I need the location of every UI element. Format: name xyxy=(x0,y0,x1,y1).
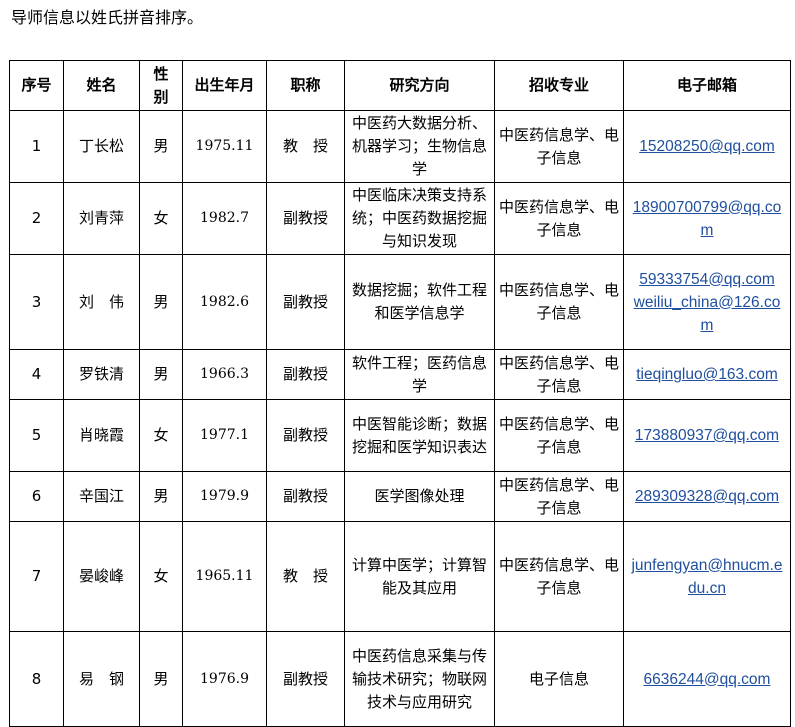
cell-major: 中医药信息学、电子信息 xyxy=(494,471,624,522)
table-row: 3 刘 伟 男 1982.6 副教授 数据挖掘；软件工程和医学信息学 中医药信息… xyxy=(9,254,791,350)
cell-title: 教 授 xyxy=(266,521,345,632)
email-link[interactable]: 15208250@qq.com xyxy=(639,138,775,155)
cell-major: 中医药信息学、电子信息 xyxy=(494,254,624,350)
email-link[interactable]: 289309328@qq.com xyxy=(635,488,779,505)
header-row: 序号 姓名 性别 出生年月 职称 研究方向 招收专业 电子邮箱 xyxy=(9,60,791,111)
cell-gender: 女 xyxy=(139,521,183,632)
cell-name: 辛国江 xyxy=(63,471,140,522)
cell-name: 晏峻峰 xyxy=(63,521,140,632)
cell-no: 5 xyxy=(9,399,64,472)
cell-title: 副教授 xyxy=(266,631,345,727)
cell-gender: 男 xyxy=(139,631,183,727)
cell-title: 副教授 xyxy=(266,254,345,350)
cell-research: 中医智能诊断；数据挖掘和医学知识表达 xyxy=(344,399,495,472)
cell-gender: 男 xyxy=(139,471,183,522)
header-name: 姓名 xyxy=(63,60,140,111)
cell-birth: 1982.7 xyxy=(182,182,267,255)
cell-research: 中医药信息采集与传输技术研究；物联网技术与应用研究 xyxy=(344,631,495,727)
table-row: 6 辛国江 男 1979.9 副教授 医学图像处理 中医药信息学、电子信息 28… xyxy=(9,471,791,522)
email-link[interactable]: junfengyan@hnucm.edu.cn xyxy=(631,557,782,597)
email-link[interactable]: 59333754@qq.com xyxy=(628,268,786,291)
email-link[interactable]: 18900700799@qq.com xyxy=(633,199,781,239)
cell-title: 副教授 xyxy=(266,182,345,255)
cell-name: 刘 伟 xyxy=(63,254,140,350)
cell-no: 6 xyxy=(9,471,64,522)
cell-major: 中医药信息学、电子信息 xyxy=(494,110,624,183)
cell-no: 1 xyxy=(9,110,64,183)
cell-birth: 1982.6 xyxy=(182,254,267,350)
cell-major: 中医药信息学、电子信息 xyxy=(494,399,624,472)
cell-name: 肖晓霞 xyxy=(63,399,140,472)
cell-birth: 1976.9 xyxy=(182,631,267,727)
cell-title: 教 授 xyxy=(266,110,345,183)
cell-no: 4 xyxy=(9,349,64,400)
table-row: 8 易 钢 男 1976.9 副教授 中医药信息采集与传输技术研究；物联网技术与… xyxy=(9,631,791,727)
cell-gender: 女 xyxy=(139,182,183,255)
cell-birth: 1977.1 xyxy=(182,399,267,472)
cell-name: 易 钢 xyxy=(63,631,140,727)
cell-gender: 女 xyxy=(139,399,183,472)
header-birth: 出生年月 xyxy=(182,60,267,111)
table-row: 1 丁长松 男 1975.11 教 授 中医药大数据分析、机器学习；生物信息学 … xyxy=(9,110,791,183)
cell-title: 副教授 xyxy=(266,399,345,472)
cell-title: 副教授 xyxy=(266,349,345,400)
table-row: 5 肖晓霞 女 1977.1 副教授 中医智能诊断；数据挖掘和医学知识表达 中医… xyxy=(9,399,791,472)
cell-gender: 男 xyxy=(139,254,183,350)
cell-gender: 男 xyxy=(139,349,183,400)
cell-research: 中医药大数据分析、机器学习；生物信息学 xyxy=(344,110,495,183)
email-link[interactable]: 173880937@qq.com xyxy=(635,427,779,444)
cell-birth: 1966.3 xyxy=(182,349,267,400)
cell-name: 丁长松 xyxy=(63,110,140,183)
cell-major: 电子信息 xyxy=(494,631,624,727)
header-title: 职称 xyxy=(266,60,345,111)
cell-name: 罗铁清 xyxy=(63,349,140,400)
cell-major: 中医药信息学、电子信息 xyxy=(494,182,624,255)
cell-title: 副教授 xyxy=(266,471,345,522)
header-major: 招收专业 xyxy=(494,60,624,111)
header-gender: 性别 xyxy=(139,60,183,111)
cell-birth: 1979.9 xyxy=(182,471,267,522)
cell-major: 中医药信息学、电子信息 xyxy=(494,349,624,400)
cell-gender: 男 xyxy=(139,110,183,183)
advisor-table: 序号 姓名 性别 出生年月 职称 研究方向 招收专业 电子邮箱 1 丁长松 男 … xyxy=(9,60,791,727)
cell-birth: 1965.11 xyxy=(182,521,267,632)
table-row: 7 晏峻峰 女 1965.11 教 授 计算中医学；计算智能及其应用 中医药信息… xyxy=(9,521,791,632)
header-no: 序号 xyxy=(9,60,64,111)
cell-birth: 1975.11 xyxy=(182,110,267,183)
email-link-secondary[interactable]: weiliu_china@126.com xyxy=(628,291,786,337)
cell-no: 2 xyxy=(9,182,64,255)
cell-research: 软件工程；医药信息学 xyxy=(344,349,495,400)
cell-name: 刘青萍 xyxy=(63,182,140,255)
cell-no: 8 xyxy=(9,631,64,727)
table-row: 2 刘青萍 女 1982.7 副教授 中医临床决策支持系统；中医药数据挖掘与知识… xyxy=(9,182,791,255)
cell-no: 7 xyxy=(9,521,64,632)
header-research: 研究方向 xyxy=(344,60,495,111)
header-email: 电子邮箱 xyxy=(623,60,791,111)
email-link[interactable]: 6636244@qq.com xyxy=(644,671,771,688)
cell-major: 中医药信息学、电子信息 xyxy=(494,521,624,632)
table-row: 4 罗铁清 男 1966.3 副教授 软件工程；医药信息学 中医药信息学、电子信… xyxy=(9,349,791,400)
email-link[interactable]: tieqingluo@163.com xyxy=(636,366,778,383)
cell-research: 中医临床决策支持系统；中医药数据挖掘与知识发现 xyxy=(344,182,495,255)
cell-research: 数据挖掘；软件工程和医学信息学 xyxy=(344,254,495,350)
cell-research: 计算中医学；计算智能及其应用 xyxy=(344,521,495,632)
intro-text: 导师信息以姓氏拼音排序。 xyxy=(11,8,204,27)
cell-research: 医学图像处理 xyxy=(344,471,495,522)
cell-no: 3 xyxy=(9,254,64,350)
